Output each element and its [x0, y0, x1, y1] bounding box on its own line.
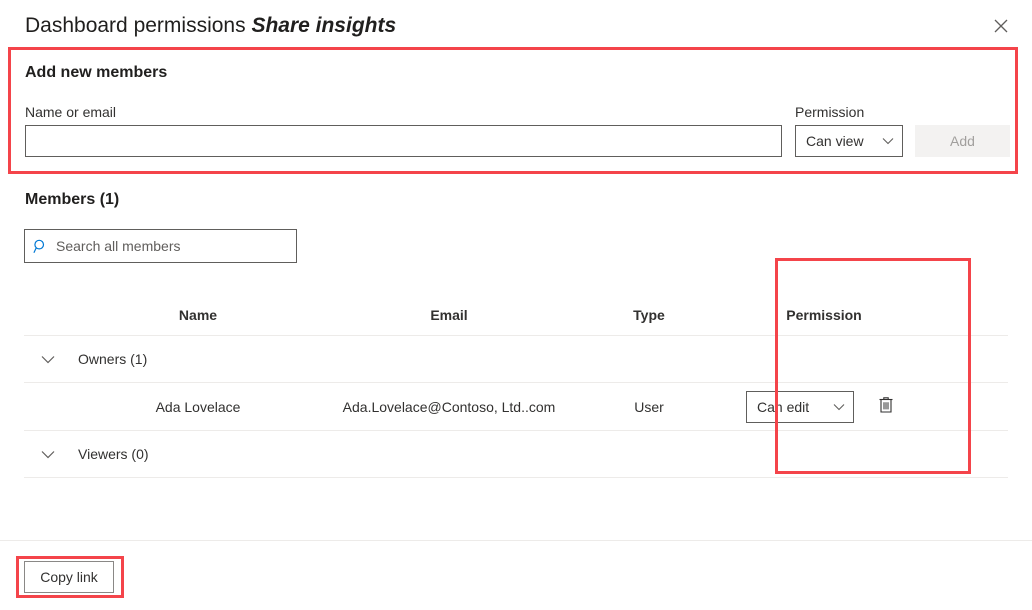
chevron-down-icon[interactable] [24, 450, 72, 459]
chevron-down-icon [882, 137, 894, 145]
dashboard-permissions-dialog: Dashboard permissions Share insights Add… [0, 0, 1032, 610]
delete-member-button[interactable] [870, 391, 902, 423]
search-icon [33, 239, 48, 254]
group-row-viewers[interactable]: Viewers (0) [24, 430, 1008, 477]
trash-icon [878, 396, 894, 417]
members-heading: Members (1) [25, 191, 120, 208]
chevron-down-icon[interactable] [24, 355, 72, 364]
footer-divider [0, 540, 1032, 541]
new-permission-dropdown[interactable]: Can view [795, 125, 903, 157]
column-header-permission: Permission [786, 307, 862, 323]
group-label-owners: Owners (1) [78, 351, 148, 367]
page-title-subject: Share insights [251, 14, 397, 37]
close-icon [994, 19, 1008, 33]
name-or-email-input[interactable] [25, 125, 782, 157]
copy-link-button[interactable]: Copy link [24, 561, 114, 593]
name-or-email-label: Name or email [25, 104, 117, 120]
search-input[interactable]: Search all members [56, 236, 181, 256]
group-row-owners[interactable]: Owners (1) [24, 335, 1008, 382]
member-name: Ada Lovelace [155, 398, 241, 415]
add-button[interactable]: Add [915, 125, 1010, 157]
new-permission-label: Permission [795, 104, 865, 120]
table-bottom-divider [24, 477, 1008, 478]
add-members-heading: Add new members [25, 64, 168, 81]
dialog-header: Dashboard permissions Share insights [0, 0, 1032, 47]
group-label-viewers: Viewers (0) [78, 446, 149, 462]
chevron-down-icon [833, 403, 845, 411]
search-members-box[interactable]: Search all members [24, 229, 297, 263]
member-permission-dropdown[interactable]: Can edit [746, 390, 854, 423]
column-header-email: Email [430, 307, 468, 323]
member-permission-cell: Can edit [724, 390, 924, 423]
new-permission-value: Can view [806, 133, 864, 149]
page-title: Dashboard permissions Share insights [25, 12, 396, 40]
column-header-type: Type [633, 307, 665, 323]
member-email: Ada.Lovelace@Contoso, Ltd..com [342, 398, 556, 415]
add-new-members-section: Add new members Name or email Permission… [0, 47, 1032, 173]
member-type: User [634, 398, 664, 415]
column-header-name: Name [178, 307, 218, 323]
page-title-main: Dashboard permissions [25, 14, 252, 37]
close-button[interactable] [984, 10, 1018, 42]
member-permission-value: Can edit [757, 398, 810, 415]
members-table: Name Email Type Permission Owners (1) Ad… [24, 295, 1008, 478]
table-row: Ada Lovelace Ada.Lovelace@Contoso, Ltd..… [24, 382, 1008, 430]
table-header-row: Name Email Type Permission [24, 295, 1008, 335]
